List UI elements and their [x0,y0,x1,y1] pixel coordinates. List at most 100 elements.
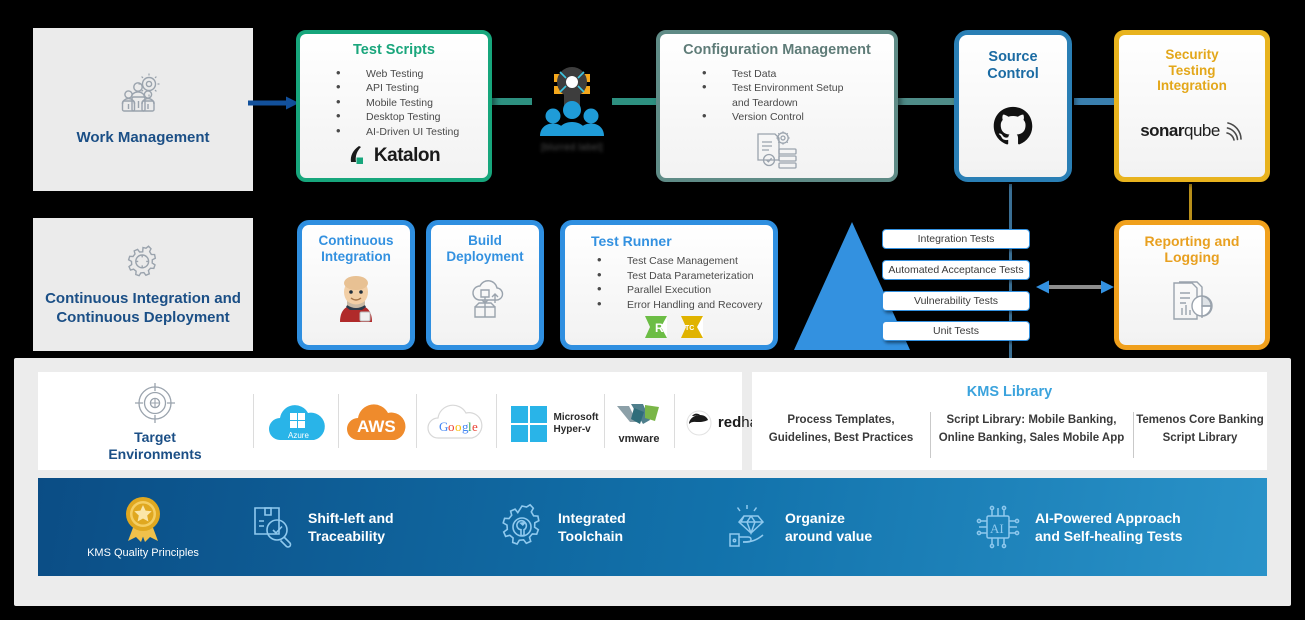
card-source-control[interactable]: Source Control [954,30,1072,182]
document-gear-icon [754,129,800,171]
card-title-line1: Source [988,49,1038,65]
card-test-runner[interactable]: Test Runner Test Case Management Test Da… [560,220,778,350]
katalon-logo: Katalon [348,145,441,167]
card-title: Continuous Integration [319,233,394,264]
aws-logo: AWS [342,400,412,446]
redhat-label-bold: red [717,413,742,431]
google-cloud-logo: G o o g l e [422,400,492,446]
cloud-deploy-icon [461,276,509,322]
kms-quality-principles-label: KMS Quality Principles [87,547,199,559]
card-title-line2: Deployment [446,248,524,264]
sidebar-item-label: Work Management [76,129,210,147]
card-reporting-and-logging[interactable]: Reporting and Logging [1114,220,1270,350]
label-line2: Environments [108,445,202,462]
card-title-line2: Logging [1164,249,1220,266]
connector-scripts-to-people [492,98,532,105]
kms-col-line1: Process Templates, [787,414,895,426]
principle-organize-around-value: Organize around value [723,503,973,551]
kms-col-line2: Script Library [1162,431,1238,444]
svg-text:o: o [455,419,462,434]
organize-around-value-icon [723,503,773,551]
principle-integrated-toolchain: Integrated Toolchain [498,503,723,551]
people-collaboration-icon: [blurred label] [528,52,616,162]
card-title-line2: Testing [1168,62,1216,78]
principle-label-line1: Shift-left and [308,509,394,526]
bullet-list: Test Case Management Test Data Parameter… [579,253,767,313]
kms-column: Process Templates, Guidelines, Best Prac… [752,412,930,458]
kms-col-line1: Script Library: Mobile Banking, [946,414,1117,426]
pyramid-label-integration-tests[interactable]: Integration Tests [882,229,1030,249]
sidebar-item-label: Continuous Integration and Continuous De… [45,289,241,326]
sonarqube-logo: sonar qube [1140,120,1244,142]
kms-library-card: KMS Library Process Templates, Guideline… [752,372,1267,470]
principle-label: Integrated Toolchain [558,509,626,545]
card-title-line1: Continuous [318,233,394,248]
bullet-list: Web Testing API Testing Mobile Testing D… [306,66,482,140]
card-continuous-integration[interactable]: Continuous Integration [297,220,415,350]
ranorex-logo: R [645,316,667,339]
diagram-canvas: Work Management Continuous Integration a… [0,0,1305,620]
principle-label: Shift-left and Traceability [308,509,394,545]
card-title: Test Scripts [353,42,435,58]
target-icon [134,382,176,424]
pill-label: Integration Tests [917,233,995,245]
pill-label: Unit Tests [933,325,979,337]
list-item: Version Control [690,109,888,125]
card-configuration-management[interactable]: Configuration Management Test Data Test … [656,30,898,182]
integrated-toolchain-icon [498,503,546,551]
list-item: Error Handling and Recovery [585,297,767,313]
card-title: Security Testing Integration [1157,47,1227,94]
kms-col-line1: Temenos Core Banking [1136,414,1264,426]
double-arrow-pyramid-reporting [1036,280,1114,294]
jenkins-logo [334,276,378,324]
hyperv-label-line1: Microsoft [553,412,599,423]
principle-label: Organize around value [785,509,872,545]
sidebar-item-cicd[interactable]: Continuous Integration and Continuous De… [33,218,253,351]
card-security-testing-integration[interactable]: Security Testing Integration sonar qube [1114,30,1270,182]
report-chart-icon [1169,279,1215,323]
gear-outline-icon [123,242,163,280]
quality-principles-bar: KMS Quality Principles Shift-left and Tr… [38,478,1267,576]
svg-text:AWS: AWS [357,417,396,436]
card-build-deployment[interactable]: Build Deployment [426,220,544,350]
card-title-line3: Integration [1157,78,1227,94]
principle-label: AI-Powered Approach and Self-healing Tes… [1035,509,1183,545]
blurred-caption: [blurred label] [540,142,604,152]
principle-label-line1: AI-Powered Approach [1035,509,1181,526]
list-item: AI-Driven UI Testing [324,124,482,140]
svg-text:AI: AI [990,521,1004,536]
sonarqube-logo-bold: sonar [1140,120,1184,140]
svg-text:TC: TC [685,325,694,332]
label-line1: Target [134,429,176,445]
target-environments-card: Target Environments Azure AWS G o o g l … [38,372,762,470]
ai-powered-icon: AI [973,502,1023,552]
list-item: Parallel Execution [585,282,767,298]
kms-col-line2: Online Banking, Sales Mobile App [938,431,1125,444]
pyramid-label-vulnerability-tests[interactable]: Vulnerability Tests [882,291,1030,311]
connector-source-to-security [1074,98,1118,105]
pyramid-label-unit-tests[interactable]: Unit Tests [882,321,1030,341]
hyperv-label-line2: Hyper-v [553,424,591,435]
card-title: Build Deployment [446,233,523,264]
list-item: Web Testing [324,66,482,82]
card-title: Source Control [987,49,1039,82]
pill-label: Automated Acceptance Tests [888,264,1024,276]
arrow-work-to-scripts [248,96,300,110]
azure-logo: Azure [266,400,328,446]
list-item: API Testing [324,80,482,96]
list-item: Test Data [690,66,888,82]
testcomplete-logo: TC [681,316,703,339]
card-title-line2: Control [987,65,1039,82]
principle-shift-left: Shift-left and Traceability [248,503,498,551]
vmware-logo: vmware [608,398,670,448]
kms-quality-principles-brand: KMS Quality Principles [38,495,248,559]
principle-label-line2: Traceability [308,528,386,544]
award-ribbon-icon [120,495,166,543]
card-test-scripts[interactable]: Test Scripts Web Testing API Testing Mob… [296,30,492,182]
list-item: Mobile Testing [324,95,482,111]
bottom-panel: Target Environments Azure AWS G o o g l … [14,358,1291,606]
pyramid-label-automated-acceptance-tests[interactable]: Automated Acceptance Tests [882,260,1030,280]
sidebar-item-work-management[interactable]: Work Management [33,28,253,191]
card-title: Test Runner [591,233,672,249]
azure-logo-label: Azure [288,431,309,440]
